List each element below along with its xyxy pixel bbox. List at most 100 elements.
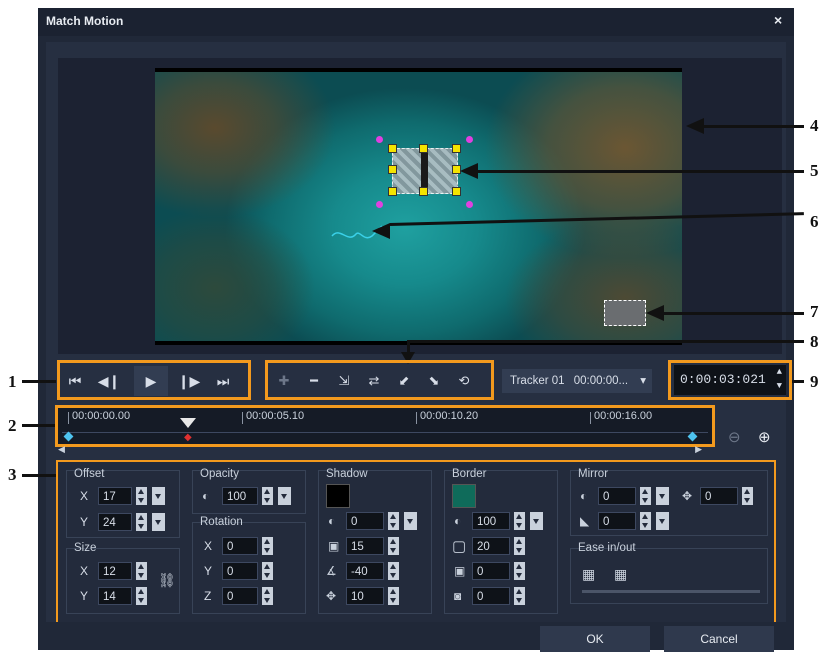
- tick-mark: [416, 412, 417, 424]
- border-width-stepper[interactable]: [514, 537, 525, 555]
- border-blur-stepper[interactable]: [514, 562, 525, 580]
- ease-out-icon[interactable]: ▦: [614, 566, 627, 583]
- mirror-distance-stepper[interactable]: [742, 487, 753, 505]
- border-corner-input[interactable]: 0: [472, 587, 510, 605]
- mirror-opacity-dropdown[interactable]: [656, 487, 669, 505]
- mirror-distance-input[interactable]: 0: [700, 487, 738, 505]
- next-frame-icon[interactable]: ❙▶: [176, 369, 202, 393]
- border-blur-icon: ▣: [454, 564, 466, 578]
- shadow-color-swatch[interactable]: [326, 484, 350, 508]
- rotate-handle-br[interactable]: [466, 201, 473, 208]
- mosaic-tracking-box[interactable]: [604, 300, 646, 326]
- ok-button[interactable]: OK: [540, 626, 650, 652]
- mirror-opacity-input[interactable]: 0: [598, 487, 636, 505]
- timeline-scrollbar[interactable]: ◀ ▶: [58, 444, 702, 454]
- shadow-opacity-stepper[interactable]: [388, 512, 399, 530]
- mirror-offset-stepper[interactable]: [640, 512, 651, 530]
- shadow-opacity-dropdown[interactable]: [404, 512, 417, 530]
- mirror-opacity-stepper[interactable]: [640, 487, 651, 505]
- link-icon[interactable]: ⛓: [158, 572, 176, 589]
- resize-handle-bl[interactable]: [388, 187, 397, 196]
- offset-x-input[interactable]: 17: [98, 487, 132, 505]
- rotate-handle-tr[interactable]: [466, 136, 473, 143]
- offset-x-stepper[interactable]: [136, 487, 147, 505]
- previous-frame-icon[interactable]: ◀❙: [96, 369, 122, 393]
- timecode-up-icon[interactable]: ▲: [777, 365, 782, 380]
- border-opacity-stepper[interactable]: [514, 512, 525, 530]
- mirror-offset-input[interactable]: 0: [598, 512, 636, 530]
- timecode-down-icon[interactable]: ▼: [777, 379, 782, 394]
- resize-handle-tc[interactable]: [419, 144, 428, 153]
- ease-in-icon[interactable]: ▦: [582, 566, 595, 583]
- shadow-opacity-input[interactable]: 0: [346, 512, 384, 530]
- size-x-stepper[interactable]: [136, 562, 147, 580]
- resize-handle-bc[interactable]: [419, 187, 428, 196]
- callout-5-arrow: [478, 170, 804, 173]
- ease-group: [570, 548, 768, 604]
- border-opacity-dropdown[interactable]: [530, 512, 543, 530]
- size-y-input[interactable]: 14: [98, 587, 132, 605]
- border-color-swatch[interactable]: [452, 484, 476, 508]
- remove-keyframe-icon[interactable]: ━: [301, 369, 327, 393]
- swap-keyframes-icon[interactable]: ⇄: [361, 369, 387, 393]
- play-icon[interactable]: ▶: [138, 369, 164, 393]
- zoom-out-icon[interactable]: ⊖: [728, 428, 741, 446]
- border-corner-stepper[interactable]: [514, 587, 525, 605]
- border-label: Border: [452, 468, 487, 480]
- rotate-handle-bl[interactable]: [376, 201, 383, 208]
- playhead[interactable]: [180, 418, 196, 428]
- shadow-distance-input[interactable]: 10: [346, 587, 384, 605]
- mirror-offset-dropdown[interactable]: [656, 512, 669, 530]
- tracking-box-divider: [421, 148, 428, 192]
- resize-handle-tr[interactable]: [452, 144, 461, 153]
- tracker-select[interactable]: Tracker 01 00:00:00... ▾: [502, 369, 652, 393]
- opacity-input[interactable]: 100: [222, 487, 258, 505]
- size-y-stepper[interactable]: [136, 587, 147, 605]
- timecode-field[interactable]: 0:00:03:021 ▲ ▼: [674, 365, 786, 395]
- shadow-blur-stepper[interactable]: [388, 537, 399, 555]
- size-label: Size: [74, 542, 97, 554]
- resize-handle-tl[interactable]: [388, 144, 397, 153]
- zoom-in-icon[interactable]: ⊕: [758, 428, 771, 446]
- rotation-y-input[interactable]: 0: [222, 562, 258, 580]
- reverse-keyframe-icon[interactable]: ⇲: [331, 369, 357, 393]
- add-keyframe-icon[interactable]: ✚: [271, 369, 297, 393]
- size-x-input[interactable]: 12: [98, 562, 132, 580]
- border-width-input[interactable]: 20: [472, 537, 510, 555]
- border-opacity-input[interactable]: 100: [472, 512, 510, 530]
- mirror-distance-icon: ✥: [682, 489, 693, 503]
- mirror-offset-icon: ◣: [580, 514, 590, 528]
- rotation-x-stepper[interactable]: [262, 537, 273, 555]
- shadow-angle-stepper[interactable]: [388, 562, 399, 580]
- resize-handle-br[interactable]: [452, 187, 461, 196]
- scroll-right-icon[interactable]: ▶: [695, 444, 702, 455]
- ease-slider[interactable]: [582, 590, 760, 593]
- shadow-distance-stepper[interactable]: [388, 587, 399, 605]
- offset-y-dropdown[interactable]: [152, 513, 165, 531]
- opacity-dropdown[interactable]: [278, 487, 291, 505]
- reset-keyframe-icon[interactable]: ⟲: [451, 369, 477, 393]
- resize-handle-ml[interactable]: [388, 165, 397, 174]
- close-icon[interactable]: ×: [774, 12, 782, 28]
- move-right-icon[interactable]: ⬊: [421, 369, 447, 393]
- rotation-y-stepper[interactable]: [262, 562, 273, 580]
- cancel-button[interactable]: Cancel: [664, 626, 774, 652]
- shadow-angle-input[interactable]: -40: [346, 562, 384, 580]
- scroll-left-icon[interactable]: ◀: [58, 444, 65, 455]
- rotation-z-input[interactable]: 0: [222, 587, 258, 605]
- go-to-end-icon[interactable]: ⏭: [210, 369, 236, 393]
- shadow-blur-input[interactable]: 15: [346, 537, 384, 555]
- opacity-stepper[interactable]: [262, 487, 273, 505]
- go-to-start-icon[interactable]: ⏮: [62, 369, 88, 393]
- border-blur-input[interactable]: 0: [472, 562, 510, 580]
- rotation-x-input[interactable]: 0: [222, 537, 258, 555]
- rotate-handle-tl[interactable]: [376, 136, 383, 143]
- offset-y-stepper[interactable]: [136, 513, 147, 531]
- rotation-z-stepper[interactable]: [262, 587, 273, 605]
- shadow-distance-icon: ✥: [326, 589, 337, 603]
- video-preview[interactable]: [155, 68, 682, 345]
- tick-mark: [590, 412, 591, 424]
- offset-x-dropdown[interactable]: [152, 487, 165, 505]
- offset-y-input[interactable]: 24: [98, 513, 132, 531]
- move-left-icon[interactable]: ⬋: [391, 369, 417, 393]
